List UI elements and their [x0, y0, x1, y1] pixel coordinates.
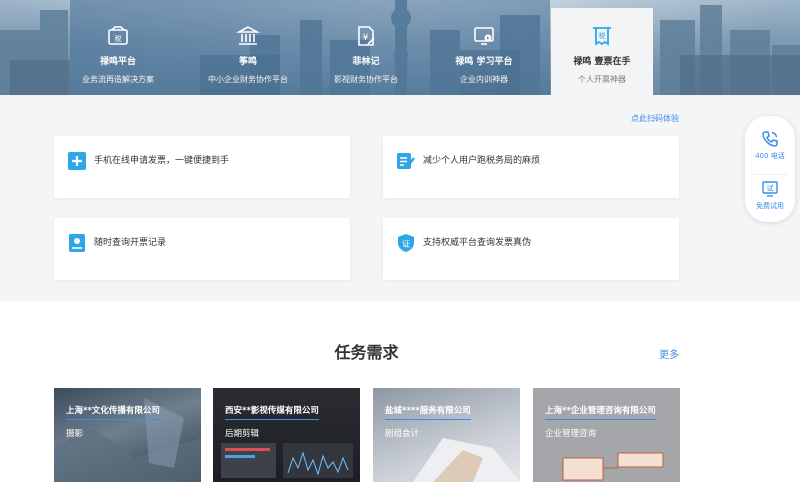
product-desc: 个人开票神器 — [578, 75, 626, 84]
feature-text: 手机在线申请发票，一键便捷到手 — [94, 156, 230, 166]
task-company: 上海**文化传播有限公司 — [66, 404, 160, 420]
product-feilinji[interactable]: ¥ 菲林记 影视财务协作平台 — [318, 0, 414, 95]
product-banner: 税 禄鸣平台 业务流再造解决方案 筝鸣 中小企业财务协作平台 ¥ 菲林记 影视财… — [0, 0, 800, 95]
scan-qr-link[interactable]: 点此扫码体验 — [631, 113, 679, 124]
tax-folder-icon: 税 — [108, 26, 128, 45]
plus-icon — [68, 152, 86, 170]
task-section: 任务需求 更多 上海**文化传播有限公司 摄影 西安**影视传媒有限公司 后期剪… — [0, 301, 800, 482]
task-card[interactable]: 上海**企业管理咨询有限公司 企业管理咨询 — [533, 388, 680, 482]
invoice-icon: 税 — [593, 27, 611, 46]
product-name: 禄鸣 壹票在手 — [573, 57, 631, 67]
product-name: 禄鸣平台 — [99, 57, 136, 67]
product-desc: 企业内训神器 — [460, 75, 508, 84]
task-card[interactable]: 上海**文化传播有限公司 摄影 — [54, 388, 201, 482]
product-zhengming[interactable]: 筝鸣 中小企业财务协作平台 — [200, 0, 296, 95]
trial-icon: 试 — [762, 181, 778, 197]
task-category: 剧组会计 — [385, 429, 420, 439]
yen-document-icon: ¥ — [358, 26, 375, 46]
phone-contact-button[interactable]: 400 电话 — [745, 130, 795, 161]
feature-card: 手机在线申请发票，一键便捷到手 — [54, 136, 350, 198]
task-company: 盐城****服务有限公司 — [385, 404, 471, 420]
task-category: 摄影 — [66, 429, 84, 439]
svg-text:税: 税 — [599, 31, 606, 40]
record-icon — [69, 234, 85, 252]
divider — [753, 174, 787, 175]
free-trial-button[interactable]: 试 免费试用 — [745, 180, 795, 211]
trial-label: 免费试用 — [756, 202, 784, 210]
product-invoice-in-hand[interactable]: 税 禄鸣 壹票在手 个人开票神器 — [551, 0, 653, 95]
product-desc: 业务流再造解决方案 — [82, 75, 154, 84]
product-learning-platform[interactable]: 禄鸣 学习平台 企业内训神器 — [436, 0, 532, 95]
feature-card: 证 支持权威平台查询发票真伪 — [383, 218, 679, 280]
task-company: 上海**企业管理咨询有限公司 — [545, 404, 656, 420]
feature-text: 随时查询开票记录 — [94, 238, 167, 248]
product-desc: 中小企业财务协作平台 — [208, 75, 288, 84]
phone-label: 400 电话 — [755, 152, 785, 160]
floating-contact-widget: 400 电话 试 免费试用 — [745, 116, 795, 222]
verify-shield-icon: 证 — [398, 234, 414, 252]
feature-card: 随时查询开票记录 — [54, 218, 350, 280]
trial-icon-glyph: 试 — [767, 184, 774, 193]
product-name: 筝鸣 — [238, 57, 257, 67]
task-card[interactable]: 盐城****服务有限公司 剧组会计 — [373, 388, 520, 482]
edit-list-icon — [397, 153, 415, 169]
feature-text: 减少个人用户跑税务局的麻烦 — [423, 156, 541, 166]
svg-text:税: 税 — [115, 34, 122, 43]
svg-text:证: 证 — [402, 240, 410, 249]
task-category: 后期剪辑 — [225, 429, 260, 439]
more-link[interactable]: 更多 — [659, 346, 679, 361]
section-title: 任务需求 — [334, 343, 399, 362]
phone-icon — [762, 131, 778, 147]
task-category: 企业管理咨询 — [545, 429, 597, 439]
monitor-play-icon — [474, 27, 494, 45]
product-name: 禄鸣 学习平台 — [455, 57, 513, 67]
product-lumin-platform[interactable]: 税 禄鸣平台 业务流再造解决方案 — [70, 0, 166, 95]
bank-building-icon — [236, 26, 260, 45]
feature-text: 支持权威平台查询发票真伪 — [423, 238, 532, 248]
task-company: 西安**影视传媒有限公司 — [225, 404, 319, 420]
product-desc: 影视财务协作平台 — [334, 75, 398, 84]
product-name: 菲林记 — [352, 57, 380, 67]
feature-card: 减少个人用户跑税务局的麻烦 — [383, 136, 679, 198]
task-card[interactable]: 西安**影视传媒有限公司 后期剪辑 — [213, 388, 360, 482]
svg-text:¥: ¥ — [363, 33, 369, 43]
